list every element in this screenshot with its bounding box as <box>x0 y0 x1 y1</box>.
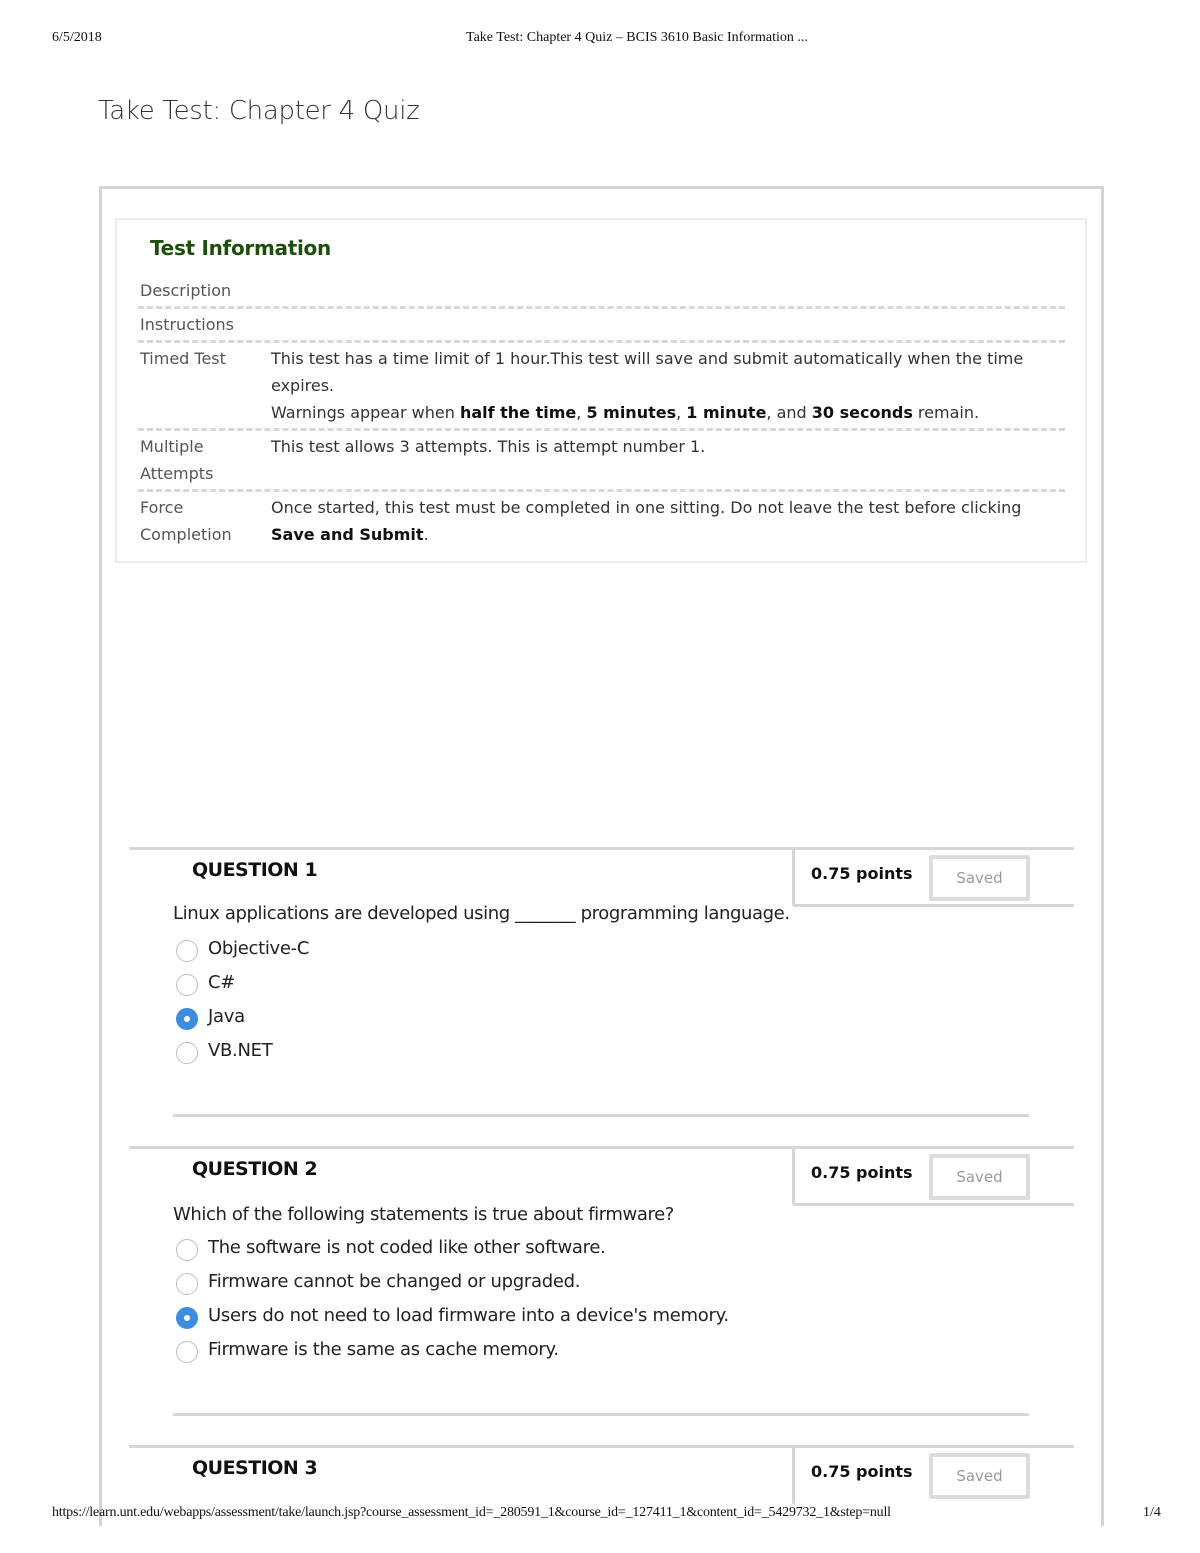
print-url: https://learn.unt.edu/webapps/assessment… <box>52 1505 891 1520</box>
info-value: Once started, this test must be complete… <box>271 492 1065 550</box>
info-label: Multiple Attempts <box>140 437 214 483</box>
question-divider <box>129 1445 792 1448</box>
print-document-title: Take Test: Chapter 4 Quiz – BCIS 3610 Ba… <box>466 30 808 45</box>
separator: , <box>676 403 687 422</box>
info-row-multiple-attempts: Multiple Attempts This test allows 3 att… <box>138 431 1065 492</box>
question-2: QUESTION 2 0.75 points Saved Which of th… <box>129 1146 1074 1416</box>
info-row-force-completion: Force Completion Once started, this test… <box>138 492 1065 550</box>
answer-option[interactable]: Objective-C <box>176 931 309 965</box>
radio-button[interactable] <box>176 974 198 996</box>
answer-label: The software is not coded like other sof… <box>208 1236 606 1258</box>
warnings-text: Warnings appear when half the time, 5 mi… <box>271 399 1065 426</box>
question-points-panel: 0.75 points Saved <box>792 1445 1074 1505</box>
page-title: Take Test: Chapter 4 Quiz <box>98 96 420 126</box>
info-row-description: Description <box>138 275 1065 309</box>
question-text: Linux applications are developed using _… <box>173 903 790 924</box>
info-label: Timed Test <box>140 349 226 368</box>
separator: , and <box>766 403 812 422</box>
answer-option[interactable]: C# <box>176 965 309 999</box>
warning-1-minute: 1 minute <box>686 403 767 422</box>
answer-label: C# <box>208 971 236 993</box>
answer-label: VB.NET <box>208 1039 273 1061</box>
question-points-panel: 0.75 points Saved <box>792 847 1074 907</box>
answer-option[interactable]: Firmware cannot be changed or upgraded. <box>176 1264 729 1298</box>
answer-option[interactable]: Java <box>176 999 309 1033</box>
print-date: 6/5/2018 <box>52 30 102 45</box>
info-row-timed-test: Timed Test This test has a time limit of… <box>138 343 1065 431</box>
question-title: QUESTION 2 <box>192 1158 318 1180</box>
test-information-panel: Test Information Description Instruction… <box>115 218 1087 563</box>
print-page-number: 1/4 <box>1143 1505 1161 1520</box>
info-row-instructions: Instructions <box>138 309 1065 343</box>
question-title: QUESTION 1 <box>192 859 318 881</box>
radio-button-selected[interactable] <box>176 1008 198 1030</box>
warnings-suffix: remain. <box>912 403 980 422</box>
radio-button[interactable] <box>176 1042 198 1064</box>
question-points-panel: 0.75 points Saved <box>792 1146 1074 1206</box>
separator: , <box>576 403 587 422</box>
answer-option[interactable]: Users do not need to load firmware into … <box>176 1298 729 1332</box>
print-header: 6/5/2018 Take Test: Chapter 4 Quiz – BCI… <box>0 30 1200 50</box>
answer-option[interactable]: Firmware is the same as cache memory. <box>176 1332 729 1366</box>
answer-label: Java <box>208 1005 245 1027</box>
question-title: QUESTION 3 <box>192 1457 318 1479</box>
info-value <box>271 309 1065 340</box>
radio-button[interactable] <box>176 1273 198 1295</box>
question-points: 0.75 points <box>811 1163 913 1182</box>
question-divider <box>129 1146 792 1149</box>
question-points: 0.75 points <box>811 1462 913 1481</box>
radio-button[interactable] <box>176 1239 198 1261</box>
saved-button[interactable]: Saved <box>929 855 1030 901</box>
warnings-prefix: Warnings appear when <box>271 403 460 422</box>
answer-options: The software is not coded like other sof… <box>176 1230 729 1366</box>
test-information-heading: Test Information <box>150 236 331 260</box>
info-label: Instructions <box>140 315 234 334</box>
info-value: This test allows 3 attempts. This is att… <box>271 437 706 456</box>
radio-button[interactable] <box>176 1341 198 1363</box>
info-label: Force Completion <box>140 498 232 544</box>
answer-label: Users do not need to load firmware into … <box>208 1304 729 1326</box>
saved-button[interactable]: Saved <box>929 1453 1030 1499</box>
info-value <box>271 275 1065 306</box>
answer-label: Firmware is the same as cache memory. <box>208 1338 559 1360</box>
answer-option[interactable]: VB.NET <box>176 1033 309 1067</box>
answer-options: Objective-C C# Java VB.NET <box>176 931 309 1067</box>
question-divider <box>129 847 792 850</box>
warning-30-seconds: 30 seconds <box>811 403 913 422</box>
answer-label: Firmware cannot be changed or upgraded. <box>208 1270 581 1292</box>
save-and-submit-reference: Save and Submit <box>271 525 424 544</box>
test-information-table: Description Instructions Timed Test This… <box>138 275 1065 550</box>
question-1: QUESTION 1 0.75 points Saved Linux appli… <box>129 847 1074 1117</box>
info-value: This test has a time limit of 1 hour.Thi… <box>271 343 1065 428</box>
info-label: Description <box>140 281 232 300</box>
question-text: Which of the following statements is tru… <box>173 1204 674 1225</box>
question-bottom-divider <box>173 1114 1029 1117</box>
warning-5-minutes: 5 minutes <box>586 403 677 422</box>
answer-label: Objective-C <box>208 937 310 959</box>
radio-button-selected[interactable] <box>176 1307 198 1329</box>
question-points: 0.75 points <box>811 864 913 883</box>
time-limit-text: This test has a time limit of 1 hour.Thi… <box>271 349 1024 395</box>
saved-button[interactable]: Saved <box>929 1154 1030 1200</box>
force-completion-text: Once started, this test must be complete… <box>271 498 1022 517</box>
question-3: QUESTION 3 0.75 points Saved <box>129 1445 1074 1505</box>
answer-option[interactable]: The software is not coded like other sof… <box>176 1230 729 1264</box>
print-footer: https://learn.unt.edu/webapps/assessment… <box>0 1505 1200 1525</box>
warning-half-time: half the time <box>459 403 577 422</box>
force-completion-suffix: . <box>423 525 429 544</box>
question-bottom-divider <box>173 1413 1029 1416</box>
radio-button[interactable] <box>176 940 198 962</box>
